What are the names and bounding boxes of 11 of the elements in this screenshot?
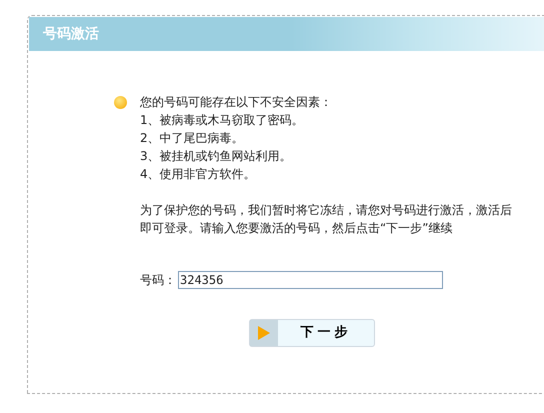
play-icon [257, 325, 271, 341]
field-label: 号码： [140, 272, 176, 289]
notice-item: 2、中了尾巴病毒。 [140, 131, 244, 145]
notice-heading: 您的号码可能存在以下不安全因素： [140, 94, 332, 111]
notice-paragraph: 为了保护您的号码，我们暂时将它冻结，请您对号码进行激活，激活后即可登录。请输入您要激活的号码，然后点击“下一步”继续 [140, 202, 513, 237]
notice-item: 3、被挂机或钓鱼网站利用。 [140, 149, 292, 163]
notice-item: 1、被病毒或木马窃取了密码。 [140, 113, 304, 127]
number-field[interactable]: 324356 [178, 271, 443, 289]
panel-title: 号码激活 [43, 24, 99, 44]
next-button[interactable]: 下一步 [249, 319, 375, 347]
notice-item: 4、使用非官方软件。 [140, 167, 256, 181]
